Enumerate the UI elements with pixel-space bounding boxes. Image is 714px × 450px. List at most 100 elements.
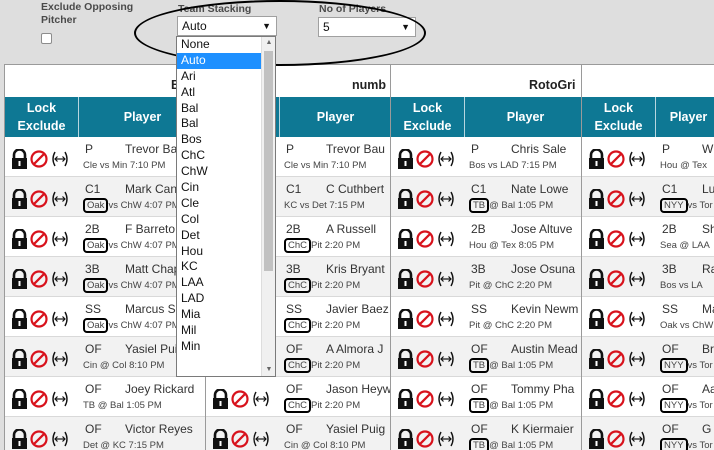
player-name[interactable]: Victor Reyes xyxy=(125,422,193,436)
player-name[interactable]: Ra xyxy=(702,262,714,276)
lock-icon[interactable] xyxy=(11,349,28,369)
exclude-icon[interactable] xyxy=(30,430,48,448)
swap-icon[interactable] xyxy=(627,390,647,408)
lock-icon[interactable] xyxy=(588,269,605,289)
player-name[interactable]: Kevin Newm xyxy=(511,302,578,316)
exclude-icon[interactable] xyxy=(607,390,625,408)
lock-icon[interactable] xyxy=(588,189,605,209)
player-name[interactable]: Joey Rickard xyxy=(125,382,194,396)
lock-icon[interactable] xyxy=(11,269,28,289)
lock-icon[interactable] xyxy=(212,389,229,409)
lock-icon[interactable] xyxy=(588,349,605,369)
scroll-up-arrow-icon[interactable]: ▲ xyxy=(262,37,275,49)
player-name[interactable]: Marcus S xyxy=(125,302,176,316)
player-name[interactable]: Chris Sale xyxy=(511,142,566,156)
player-name[interactable]: Jose Altuve xyxy=(511,222,572,236)
player-name[interactable]: W xyxy=(702,142,713,156)
swap-icon[interactable] xyxy=(50,230,70,248)
swap-icon[interactable] xyxy=(436,270,456,288)
swap-icon[interactable] xyxy=(627,230,647,248)
scrollbar-thumb[interactable] xyxy=(264,51,273,271)
lock-icon[interactable] xyxy=(11,229,28,249)
player-name[interactable]: Javier Baez xyxy=(326,302,389,316)
exclude-icon[interactable] xyxy=(607,430,625,448)
player-name[interactable]: Mark Can xyxy=(125,182,177,196)
player-name[interactable]: F Barreto xyxy=(125,222,175,236)
player-name[interactable]: Sh xyxy=(702,222,714,236)
exclude-icon[interactable] xyxy=(30,150,48,168)
exclude-icon[interactable] xyxy=(30,270,48,288)
player-name[interactable]: Tommy Pha xyxy=(511,382,574,396)
exclude-icon[interactable] xyxy=(416,350,434,368)
player-name[interactable]: Br xyxy=(702,342,714,356)
swap-icon[interactable] xyxy=(627,350,647,368)
player-name[interactable]: Aa xyxy=(702,382,714,396)
swap-icon[interactable] xyxy=(50,150,70,168)
exclude-icon[interactable] xyxy=(30,310,48,328)
exclude-icon[interactable] xyxy=(416,390,434,408)
player-name[interactable]: Nate Lowe xyxy=(511,182,568,196)
player-name[interactable]: Matt Chap xyxy=(125,262,180,276)
swap-icon[interactable] xyxy=(627,270,647,288)
player-header[interactable]: Player xyxy=(281,97,390,137)
exclude-icon[interactable] xyxy=(416,430,434,448)
player-name[interactable]: Yasiel Puig xyxy=(326,422,385,436)
lock-icon[interactable] xyxy=(397,309,414,329)
lock-icon[interactable] xyxy=(588,149,605,169)
swap-icon[interactable] xyxy=(627,190,647,208)
exclude-icon[interactable] xyxy=(607,270,625,288)
lock-icon[interactable] xyxy=(11,149,28,169)
player-header[interactable]: Player xyxy=(657,97,714,137)
player-name[interactable]: Kris Bryant xyxy=(326,262,385,276)
swap-icon[interactable] xyxy=(436,430,456,448)
lock-icon[interactable] xyxy=(397,229,414,249)
lock-icon[interactable] xyxy=(588,429,605,449)
player-name[interactable]: C Cuthbert xyxy=(326,182,384,196)
swap-icon[interactable] xyxy=(50,350,70,368)
exclude-icon[interactable] xyxy=(30,390,48,408)
dropdown-scrollbar[interactable]: ▲ ▼ xyxy=(261,37,275,376)
swap-icon[interactable] xyxy=(50,430,70,448)
lock-icon[interactable] xyxy=(212,429,229,449)
swap-icon[interactable] xyxy=(50,310,70,328)
swap-icon[interactable] xyxy=(50,270,70,288)
lock-icon[interactable] xyxy=(11,389,28,409)
exclude-icon[interactable] xyxy=(231,430,249,448)
lock-icon[interactable] xyxy=(397,269,414,289)
lock-icon[interactable] xyxy=(588,229,605,249)
lock-icon[interactable] xyxy=(588,309,605,329)
swap-icon[interactable] xyxy=(627,310,647,328)
lock-icon[interactable] xyxy=(397,389,414,409)
swap-icon[interactable] xyxy=(251,390,271,408)
lock-icon[interactable] xyxy=(11,189,28,209)
lock-icon[interactable] xyxy=(397,189,414,209)
lock-icon[interactable] xyxy=(11,309,28,329)
exclude-icon[interactable] xyxy=(607,150,625,168)
exclude-icon[interactable] xyxy=(231,390,249,408)
exclude-icon[interactable] xyxy=(416,190,434,208)
swap-icon[interactable] xyxy=(436,150,456,168)
exclude-icon[interactable] xyxy=(607,230,625,248)
exclude-opposing-pitcher-checkbox[interactable] xyxy=(41,33,52,44)
team-stacking-select[interactable]: Auto ▼ xyxy=(177,16,277,36)
exclude-icon[interactable] xyxy=(607,310,625,328)
exclude-icon[interactable] xyxy=(30,190,48,208)
exclude-icon[interactable] xyxy=(416,270,434,288)
swap-icon[interactable] xyxy=(627,150,647,168)
player-name[interactable]: Jose Osuna xyxy=(511,262,575,276)
exclude-icon[interactable] xyxy=(607,190,625,208)
player-header[interactable]: Player xyxy=(466,97,585,137)
player-name[interactable]: A Russell xyxy=(326,222,376,236)
lock-icon[interactable] xyxy=(397,149,414,169)
swap-icon[interactable] xyxy=(50,390,70,408)
swap-icon[interactable] xyxy=(436,350,456,368)
player-name[interactable]: Trevor Bau xyxy=(326,142,385,156)
exclude-icon[interactable] xyxy=(607,350,625,368)
player-name[interactable]: K Kiermaier xyxy=(511,422,574,436)
lock-icon[interactable] xyxy=(397,349,414,369)
number-of-players-select[interactable]: 5 ▼ xyxy=(318,17,416,37)
exclude-icon[interactable] xyxy=(416,310,434,328)
swap-icon[interactable] xyxy=(436,190,456,208)
player-name[interactable]: A Almora J xyxy=(326,342,383,356)
player-name[interactable]: G xyxy=(702,422,711,436)
